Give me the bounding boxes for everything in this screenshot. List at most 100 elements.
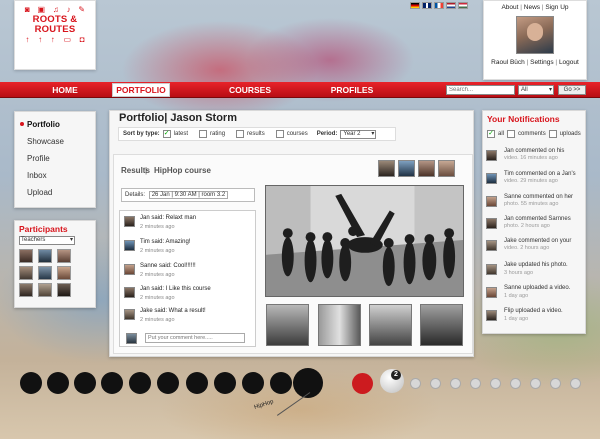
timeline-dot[interactable] [47,372,69,394]
filter-rating-checkbox[interactable] [199,130,208,138]
notifier-avatar [486,218,497,229]
flag-de-icon[interactable] [410,2,420,9]
photo-thumbnail[interactable] [369,304,412,346]
participants-panel: Participants Teachers [14,220,96,308]
participant-avatar[interactable] [19,283,33,297]
main-photo[interactable] [265,185,464,297]
timeline-dot-active[interactable] [352,373,373,394]
participant-avatar[interactable] [38,283,52,297]
arrow-up-icon: ↑ [50,35,55,44]
arrow-up-icon: ↑ [38,35,43,44]
arrow-up-icon: ↑ [25,35,30,44]
search-input[interactable] [446,85,515,95]
timeline-dot[interactable] [74,372,96,394]
news-link[interactable]: News [524,4,540,11]
participant-avatar[interactable] [19,266,33,280]
notifier-avatar [486,196,497,207]
photo-thumbnail[interactable] [420,304,463,346]
timeline-dot[interactable] [214,372,236,394]
settings-link[interactable]: Settings [530,59,554,66]
timeline-dot-future[interactable] [570,378,581,389]
notification-list: Jan commented on his video. 16 minutes ag… [482,110,586,334]
details-value: 26 Jan | 9:30 AM | room 3.2 [148,191,229,199]
period-select[interactable]: Year 2 [340,129,377,139]
participants-filter-select[interactable]: Teachers [19,236,75,245]
comment-item: Jake said: What a result! 2 minutes ago [124,307,254,327]
participant-avatar[interactable] [57,266,71,280]
top-links: About | News | Sign Up [501,4,569,11]
nav-courses[interactable]: COURSES [220,82,280,98]
commenter-avatar[interactable] [124,309,135,320]
menu-item-inbox[interactable]: Inbox [27,167,95,184]
timeline-dot-future[interactable] [410,378,421,389]
timeline-dot[interactable] [101,372,123,394]
commenter-avatar[interactable] [124,216,135,227]
details-label: Details: [125,192,146,198]
left-menu: Portfolio Showcase Profile Inbox Upload [14,111,96,208]
participant-avatar[interactable] [57,283,71,297]
participant-avatar[interactable] [57,249,71,263]
logout-link[interactable]: Logout [559,59,579,66]
filter-latest-checkbox[interactable]: ✓ [162,130,171,138]
bag-icon: ◘ [79,35,85,44]
filter-results-checkbox[interactable] [236,130,245,138]
period-label: Period: [316,131,338,137]
timeline-dot[interactable] [20,372,42,394]
commenter-avatar[interactable] [124,240,135,251]
username[interactable]: Raoul Büch [491,59,525,66]
commenter-avatar[interactable] [124,287,135,298]
account-panel: About | News | Sign Up Raoul Büch | Sett… [483,0,587,80]
timeline-dot[interactable] [157,372,179,394]
menu-item-profile[interactable]: Profile [27,150,95,167]
site-logo[interactable]: ◙ ▣ ♫ ♪ ✎ ROOTS & ROUTES ↑ ↑ ↑ ▭ ◘ [14,0,96,70]
tab-hiphop-course[interactable]: HipHop course [154,166,211,175]
member-avatar[interactable] [398,160,415,177]
timeline-dot-future[interactable] [470,378,481,389]
timeline-dot-future[interactable] [430,378,441,389]
flag-uk-icon[interactable] [422,2,432,9]
photo-thumbnail[interactable] [318,304,361,346]
member-avatar[interactable] [438,160,455,177]
menu-item-portfolio[interactable]: Portfolio [20,116,95,133]
filter-bar: Sort by type: ✓ latest rating results cou… [118,127,396,141]
nav-portfolio[interactable]: PORTFOLIO [112,83,170,97]
tape-icon: ▭ [63,35,72,44]
go-button[interactable]: Go >> [558,85,586,95]
timeline-dot[interactable] [186,372,208,394]
flag-nl-icon[interactable] [446,2,456,9]
nav-profiles[interactable]: PROFILES [320,82,384,98]
search-scope-select[interactable]: All ▾ [518,85,554,95]
chevron-down-icon: ▾ [548,87,552,93]
timeline-dot[interactable] [242,372,264,394]
notifier-avatar [486,173,497,184]
timeline-dot-future[interactable] [490,378,501,389]
user-links: Raoul Büch | Settings | Logout [491,59,579,66]
flag-fr-icon[interactable] [434,2,444,9]
timeline-dot-future[interactable] [450,378,461,389]
notifier-avatar [486,310,497,321]
timeline-dot[interactable] [270,372,292,394]
timeline-dot-future[interactable] [530,378,541,389]
photo-thumbnail[interactable] [266,304,309,346]
participant-avatar[interactable] [38,266,52,280]
about-link[interactable]: About [501,4,518,11]
menu-item-showcase[interactable]: Showcase [27,133,95,150]
participant-avatar[interactable] [19,249,33,263]
filter-courses-checkbox[interactable] [275,130,284,138]
sort-label: Sort by type: [123,131,160,137]
menu-item-upload[interactable]: Upload [27,184,95,201]
user-avatar[interactable] [516,16,554,54]
camera-icon: ◙ [24,5,30,14]
timeline-dot-future[interactable] [550,378,561,389]
nav-home[interactable]: HOME [35,82,95,98]
comment-input[interactable] [145,333,245,343]
signup-link[interactable]: Sign Up [545,4,568,11]
participant-avatar[interactable] [38,249,52,263]
member-avatar[interactable] [418,160,435,177]
flag-hu-icon[interactable] [458,2,468,9]
timeline-dot-future[interactable] [510,378,521,389]
timeline-dot[interactable] [129,372,151,394]
logo-icons-bottom: ↑ ↑ ↑ ▭ ◘ [15,35,95,45]
commenter-avatar[interactable] [124,264,135,275]
member-avatar[interactable] [378,160,395,177]
